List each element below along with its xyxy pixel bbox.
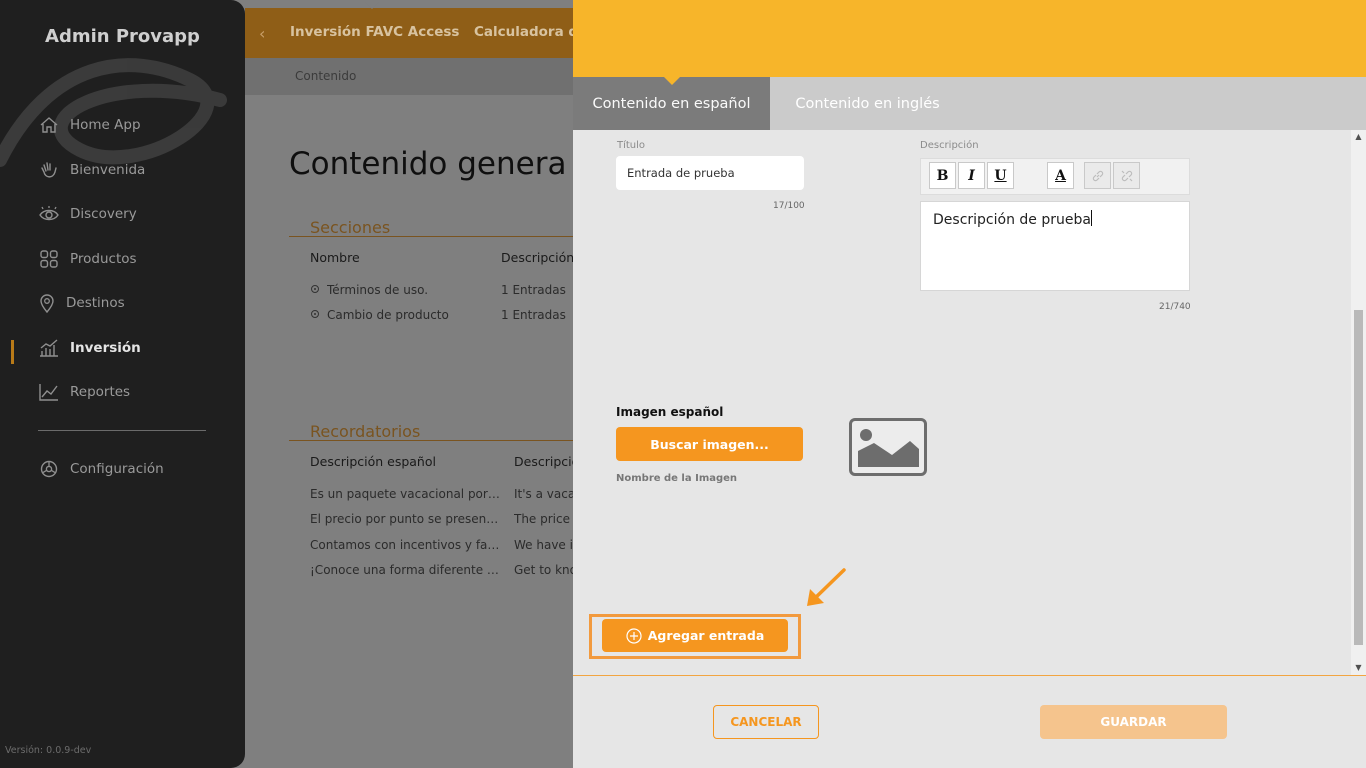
image-placeholder-icon: [849, 418, 927, 476]
scroll-up-icon[interactable]: ▲: [1351, 130, 1366, 144]
text-caret: [1090, 210, 1092, 226]
table-row-desc: 1 Entradas: [501, 308, 566, 322]
radio-icon[interactable]: [311, 310, 319, 318]
scroll-down-icon[interactable]: ▼: [1351, 661, 1366, 675]
gear-icon: [38, 458, 60, 480]
list-item[interactable]: Get to kno: [514, 563, 573, 577]
sidebar-item-inversion[interactable]: Inversión: [38, 336, 141, 360]
description-editor[interactable]: Descripción de prueba: [920, 201, 1190, 291]
sidebar-item-label: Reportes: [70, 384, 131, 400]
rich-text-toolbar: B I U A: [920, 158, 1190, 195]
arrow-pointer-icon: [807, 568, 846, 606]
breadcrumb[interactable]: Contenido: [295, 69, 356, 83]
sidebar-item-label: Destinos: [66, 295, 125, 311]
top-tab-bar: ‹ Inversión FAVC Access Calculadora d: [245, 2, 578, 58]
breadcrumb-bar: Contenido: [245, 58, 575, 95]
description-counter: 21/740: [1159, 302, 1191, 312]
column-header-descripcion-espanol: Descripción español: [310, 454, 436, 469]
column-header-nombre: Nombre: [310, 250, 360, 265]
section-divider: [289, 440, 575, 441]
italic-button[interactable]: I: [958, 162, 985, 189]
sidebar-item-configuracion[interactable]: Configuración: [38, 457, 164, 481]
list-item[interactable]: Es un paquete vacacional por…: [310, 487, 500, 501]
scroll-thumb[interactable]: [1354, 310, 1363, 645]
language-tabs: Contenido en español Contenido en inglés: [573, 77, 1366, 130]
sidebar-item-label: Bienvenida: [70, 162, 146, 178]
description-text: Descripción de prueba: [933, 212, 1091, 228]
footer-divider: [573, 675, 1366, 676]
table-row-name: Términos de uso.: [327, 283, 429, 297]
column-header-descripcion-ingles: Descripció: [514, 454, 573, 469]
chevron-left-icon[interactable]: ‹: [259, 24, 265, 43]
plus-circle-icon: [626, 627, 642, 644]
sidebar-item-destinos[interactable]: Destinos: [38, 291, 125, 315]
title-counter: 17/100: [773, 201, 805, 211]
location-pin-icon: [38, 292, 56, 314]
list-item[interactable]: Contamos con incentivos y fa…: [310, 538, 500, 552]
tab-calculadora[interactable]: Calculadora d: [474, 24, 578, 40]
title-input[interactable]: Entrada de prueba: [616, 156, 804, 190]
sidebar-item-label: Discovery: [70, 206, 137, 222]
table-row-name: Cambio de producto: [327, 308, 449, 322]
list-item[interactable]: The price p: [514, 512, 573, 526]
tab-inversion-favc[interactable]: Inversión FAVC Access: [290, 24, 459, 40]
sidebar-item-label: Home App: [70, 117, 141, 133]
entry-drawer: Contenido en español Contenido en inglés…: [573, 0, 1366, 768]
column-header-descripcion: Descripción: [501, 250, 573, 265]
wave-hand-icon: [38, 159, 60, 181]
sidebar-item-home-app[interactable]: Home App: [38, 113, 141, 137]
sidebar-item-label: Configuración: [70, 461, 164, 477]
eye-icon: [38, 203, 60, 225]
add-entry-label: Agregar entrada: [647, 628, 765, 643]
title-label: Título: [617, 140, 646, 151]
font-color-button[interactable]: A: [1047, 162, 1074, 189]
radio-icon[interactable]: [311, 285, 319, 293]
investment-chart-icon: [38, 337, 60, 359]
tab-notch: [365, 2, 379, 9]
home-icon: [38, 114, 60, 136]
sidebar-item-label: Productos: [70, 251, 137, 267]
image-label: Imagen español: [616, 405, 724, 419]
sidebar: Admin Provapp Home App Bienvenida Discov…: [0, 0, 245, 768]
description-label: Descripción: [920, 140, 979, 151]
image-name-label: Nombre de la Imagen: [616, 473, 738, 484]
sidebar-divider: [38, 430, 206, 431]
list-item[interactable]: El precio por punto se presen…: [310, 512, 500, 526]
bold-button[interactable]: B: [929, 162, 956, 189]
unlink-icon[interactable]: [1113, 162, 1140, 189]
list-item[interactable]: ¡Conoce una forma diferente …: [310, 563, 500, 577]
sidebar-item-productos[interactable]: Productos: [38, 247, 137, 271]
page-title: Contenido genera: [289, 146, 567, 182]
grid-icon: [38, 248, 60, 270]
section-divider: [289, 236, 575, 237]
list-item[interactable]: We have in: [514, 538, 573, 552]
sidebar-item-discovery[interactable]: Discovery: [38, 202, 137, 226]
sidebar-item-bienvenida[interactable]: Bienvenida: [38, 158, 145, 182]
drawer-header: [573, 0, 1366, 77]
save-button[interactable]: GUARDAR: [1040, 705, 1227, 739]
sidebar-item-reportes[interactable]: Reportes: [38, 380, 130, 404]
link-icon[interactable]: [1084, 162, 1111, 189]
search-image-button[interactable]: Buscar imagen...: [616, 427, 803, 461]
section-title-secciones: Secciones: [310, 218, 391, 237]
tab-contenido-ingles[interactable]: Contenido en inglés: [770, 77, 965, 130]
sidebar-item-label: Inversión: [70, 340, 141, 356]
cancel-button[interactable]: CANCELAR: [713, 705, 819, 739]
version-label: Versión: 0.0.9-dev: [5, 745, 92, 756]
underline-button[interactable]: U: [987, 162, 1014, 189]
add-entry-button[interactable]: Agregar entrada: [602, 619, 788, 652]
app-title: Admin Provapp: [45, 26, 200, 47]
section-title-recordatorios: Recordatorios: [310, 422, 421, 441]
active-indicator: [11, 340, 14, 364]
active-tab-notch: [664, 77, 680, 85]
list-item[interactable]: It's a vaca: [514, 487, 573, 501]
scrollbar[interactable]: ▲ ▼: [1351, 130, 1366, 675]
table-row-desc: 1 Entradas: [501, 283, 566, 297]
line-chart-icon: [38, 381, 60, 403]
